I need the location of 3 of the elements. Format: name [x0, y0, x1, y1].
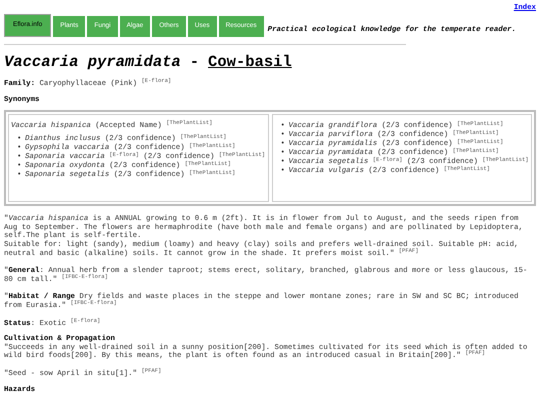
latin-name: Vaccaria pyramidata [4, 53, 181, 71]
common-name-link[interactable]: Cow-basil [208, 53, 292, 71]
title-separator: - [190, 53, 200, 71]
